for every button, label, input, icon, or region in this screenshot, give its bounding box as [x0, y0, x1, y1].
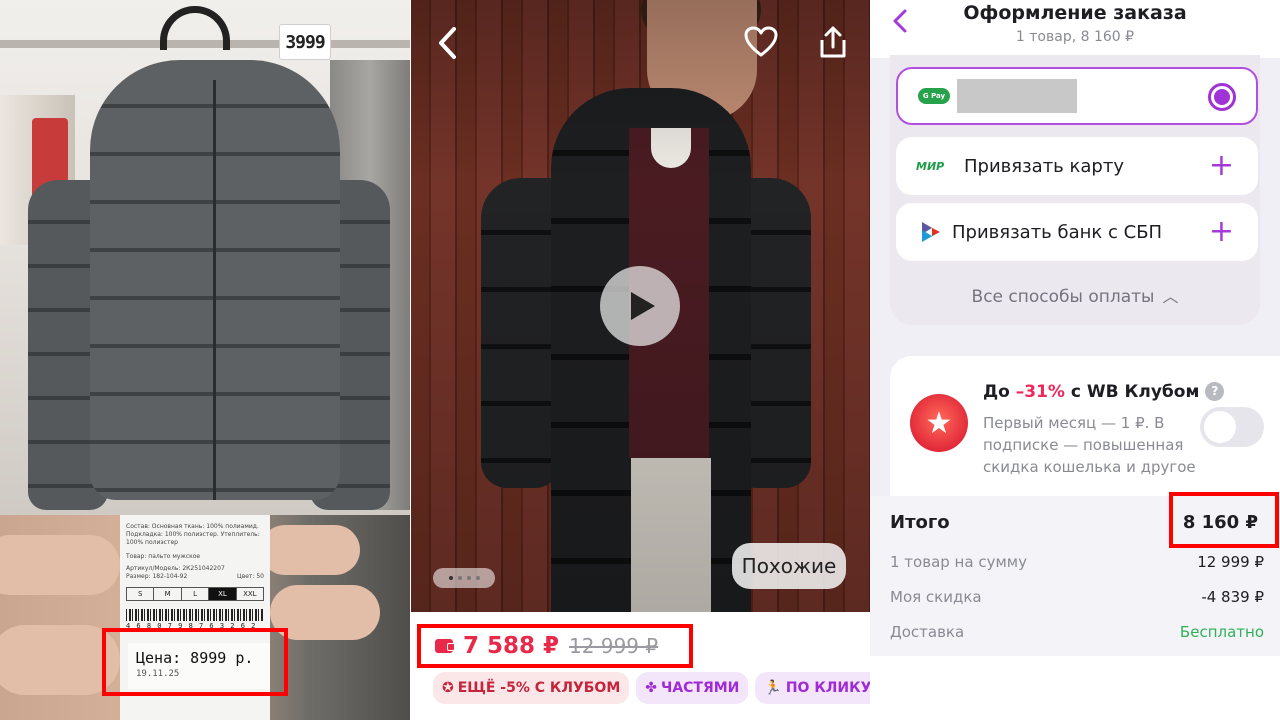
club-toggle[interactable] [1200, 407, 1264, 447]
running-person-icon: 🏃 [764, 680, 782, 696]
delivery-label: Доставка [890, 623, 965, 641]
masked-card-number [957, 79, 1077, 113]
highlight-box-label-price [102, 628, 288, 696]
heart-icon[interactable] [741, 22, 781, 62]
size-xl-selected: XL [209, 588, 237, 600]
summary-items-row: 1 товар на сумму 12 999 ₽ [890, 553, 1264, 571]
product-photo-gallery[interactable]: Похожие [411, 0, 870, 612]
chevron-up-icon: ︿ [1162, 287, 1179, 306]
link-card-label: Привязать карту [964, 155, 1124, 177]
payment-option-link-card[interactable]: МИР Привязать карту + [896, 137, 1258, 195]
jacket-on-rack-photo: 3999 [0, 0, 410, 515]
page-subtitle: 1 товар, 8 160 ₽ [1015, 29, 1135, 45]
chip-label: ПО КЛИКУ [785, 680, 870, 696]
plus-icon[interactable]: + [1209, 151, 1234, 181]
summary-discount-row: Моя скидка -4 839 ₽ [890, 588, 1264, 606]
gallery-pagination-dots [433, 568, 495, 588]
product-card-panel: Похожие 7 588 ₽ 12 999 ₽ ✪ ЕЩЁ -5% С КЛУ… [411, 0, 870, 720]
link-sbp-label: Привязать банк с СБП [952, 221, 1163, 243]
checkout-header: Оформление заказа 1 товар, 8 160 ₽ [870, 0, 1280, 58]
play-icon [631, 292, 655, 320]
highlight-box-product-price [417, 624, 693, 668]
play-video-button[interactable] [600, 266, 680, 346]
bottom-spacer [870, 656, 1280, 720]
gallery-dot [466, 576, 471, 580]
club-star-badge-icon: ★ [910, 394, 968, 452]
delivery-value: Бесплатно [1179, 623, 1264, 641]
mir-icon: МИР [916, 159, 945, 173]
chip-installments[interactable]: ✤ ЧАСТЯМИ [636, 672, 749, 704]
checkout-panel: Оформление заказа 1 товар, 8 160 ₽ G Pay… [870, 0, 1280, 720]
promo-chips: ✪ ЕЩЁ -5% С КЛУБОМ ✤ ЧАСТЯМИ 🏃 ПО КЛИКУ [433, 672, 870, 704]
share-icon[interactable] [813, 22, 853, 62]
payment-option-gpay[interactable]: G Pay [896, 67, 1258, 125]
items-value: 12 999 ₽ [1197, 553, 1264, 571]
label-color: Цвет: 50 [237, 573, 264, 580]
gallery-dot-active [448, 576, 453, 580]
radio-selected[interactable] [1208, 83, 1236, 111]
highlight-box-total [1169, 492, 1279, 548]
discount-value: -4 839 ₽ [1201, 588, 1264, 606]
size-xxl: XXL [243, 590, 257, 598]
barcode [126, 609, 264, 621]
club-star-icon: ✪ [442, 680, 454, 696]
size-s: S [127, 588, 155, 600]
size-m: M [154, 588, 182, 600]
label-composition: Состав: Основная ткань: 100% полиамид. П… [126, 523, 260, 546]
club-description: Первый месяц — 1 ₽. В подписке — повышен… [983, 414, 1196, 476]
plus-icon[interactable]: + [1209, 217, 1234, 247]
wb-club-card: ★ До –31% с WB Клубом? Первый месяц — 1 … [890, 356, 1280, 496]
finger [260, 525, 360, 575]
club-title: До –31% с WB Клубом? [983, 382, 1225, 402]
gray-puffer-jacket [28, 40, 390, 515]
all-methods-label: Все способы оплаты [971, 287, 1155, 307]
club-percent: –31% [1015, 382, 1065, 402]
help-icon[interactable]: ? [1205, 382, 1225, 401]
items-label: 1 товар на сумму [890, 553, 1027, 571]
chip-club-discount[interactable]: ✪ ЕЩЁ -5% С КЛУБОМ [433, 672, 630, 704]
chip-label: ЕЩЁ -5% С КЛУБОМ [457, 680, 621, 696]
label-product: Товар: пальто мужское [126, 553, 201, 560]
label-article: Артикул/Модель: 2К251042207 [126, 565, 225, 572]
back-icon[interactable] [429, 24, 465, 62]
gpay-icon: G Pay [918, 88, 950, 104]
radio-dot [1214, 89, 1230, 105]
total-label: Итого [890, 512, 950, 533]
page-title: Оформление заказа [963, 2, 1187, 24]
label-size: Размер: 182-104-92 [126, 573, 188, 580]
store-photo-panel: 3999 Состав: Основная ткань: 100% полиам… [0, 0, 410, 720]
all-payment-methods-toggle[interactable]: Все способы оплаты ︿ [870, 283, 1280, 307]
similar-button[interactable]: Похожие [732, 543, 846, 589]
finger [0, 535, 120, 595]
size-grid: S M L XL XXL [126, 587, 264, 601]
size-l: L [182, 588, 210, 600]
payment-option-link-sbp[interactable]: Привязать банк с СБП + [896, 203, 1258, 261]
gallery-dot [475, 576, 480, 580]
summary-delivery-row: Доставка Бесплатно [890, 623, 1264, 641]
chip-one-click[interactable]: 🏃 ПО КЛИКУ [755, 672, 870, 704]
toggle-knob [1204, 411, 1236, 443]
discount-label: Моя скидка [890, 588, 982, 606]
installments-icon: ✤ [645, 680, 657, 696]
sbp-icon [920, 220, 942, 244]
jacket-zipper [213, 80, 216, 500]
chip-label: ЧАСТЯМИ [661, 680, 740, 696]
gallery-dot [457, 576, 462, 580]
club-title-suffix: с WB Клубом [1064, 382, 1200, 402]
club-title-prefix: До [983, 382, 1016, 402]
